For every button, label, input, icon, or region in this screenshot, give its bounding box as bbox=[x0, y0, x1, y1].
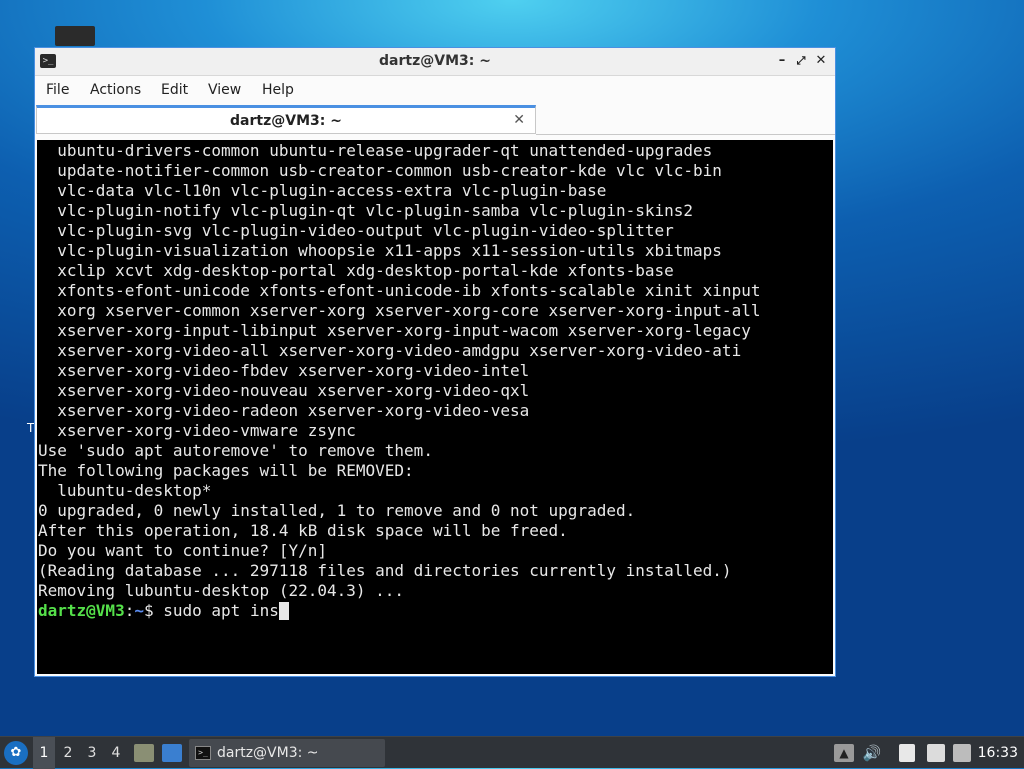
menu-file[interactable]: File bbox=[46, 82, 69, 98]
terminal-line: xserver-xorg-video-all xserver-xorg-vide… bbox=[38, 341, 742, 360]
terminal-line: xserver-xorg-video-radeon xserver-xorg-v… bbox=[38, 401, 530, 420]
menu-edit[interactable]: Edit bbox=[161, 82, 188, 98]
task-terminal-button[interactable]: >_ dartz@VM3: ~ bbox=[189, 739, 385, 767]
menu-actions[interactable]: Actions bbox=[90, 82, 141, 98]
workspace-1[interactable]: 1 bbox=[33, 737, 55, 769]
window-title: dartz@VM3: ~ bbox=[379, 53, 491, 69]
clock[interactable]: 16:33 bbox=[978, 737, 1018, 769]
notification-icon[interactable]: ▲ bbox=[834, 744, 854, 762]
minimize-button[interactable]: – bbox=[773, 52, 791, 70]
terminal-line: xserver-xorg-video-nouveau xserver-xorg-… bbox=[38, 381, 530, 400]
terminal-line: xorg xserver-common xserver-xorg xserver… bbox=[38, 301, 761, 320]
window-titlebar[interactable]: >_ dartz@VM3: ~ – ⤢ ✕ bbox=[35, 48, 835, 76]
terminal-line: lubuntu-desktop* bbox=[38, 481, 212, 500]
task-terminal-icon: >_ bbox=[195, 746, 211, 760]
terminal-line: xfonts-efont-unicode xfonts-efont-unicod… bbox=[38, 281, 761, 300]
command-input[interactable]: sudo apt ins bbox=[163, 601, 279, 620]
task-label: dartz@VM3: ~ bbox=[217, 745, 319, 761]
terminal-line: update-notifier-common usb-creator-commo… bbox=[38, 161, 722, 180]
tab-close-icon[interactable]: ✕ bbox=[513, 112, 525, 128]
terminal-line: Removing lubuntu-desktop (22.04.3) ... bbox=[38, 581, 405, 600]
network-icon[interactable] bbox=[953, 744, 971, 762]
workspace-4[interactable]: 4 bbox=[105, 737, 127, 769]
terminal-line: vlc-plugin-svg vlc-plugin-video-output v… bbox=[38, 221, 674, 240]
terminal-line: vlc-data vlc-l10n vlc-plugin-access-extr… bbox=[38, 181, 607, 200]
terminal-line: (Reading database ... 297118 files and d… bbox=[38, 561, 732, 580]
terminal-output[interactable]: ubuntu-drivers-common ubuntu-release-upg… bbox=[37, 140, 833, 674]
terminal-window[interactable]: >_ dartz@VM3: ~ – ⤢ ✕ File Actions Edit … bbox=[34, 47, 836, 677]
workspace-2[interactable]: 2 bbox=[57, 737, 79, 769]
tab-label: dartz@VM3: ~ bbox=[230, 113, 342, 129]
terminal-line: vlc-plugin-notify vlc-plugin-qt vlc-plug… bbox=[38, 201, 694, 220]
text-cursor bbox=[278, 602, 289, 620]
tab-terminal[interactable]: dartz@VM3: ~ ✕ bbox=[36, 105, 536, 134]
menu-view[interactable]: View bbox=[208, 82, 241, 98]
desktop-panel-stub bbox=[55, 26, 95, 46]
menu-help[interactable]: Help bbox=[262, 82, 294, 98]
terminal-line: After this operation, 18.4 kB disk space… bbox=[38, 521, 568, 540]
show-desktop-icon[interactable] bbox=[162, 744, 182, 762]
terminal-line: ubuntu-drivers-common ubuntu-release-upg… bbox=[38, 141, 713, 160]
terminal-line: xserver-xorg-input-libinput xserver-xorg… bbox=[38, 321, 751, 340]
terminal-line: xserver-xorg-video-fbdev xserver-xorg-vi… bbox=[38, 361, 530, 380]
terminal-line: xclip xcvt xdg-desktop-portal xdg-deskto… bbox=[38, 261, 674, 280]
terminal-line: vlc-plugin-visualization whoopsie x11-ap… bbox=[38, 241, 722, 260]
volume-icon[interactable]: 🔊 bbox=[862, 744, 882, 762]
tab-strip-divider bbox=[536, 134, 835, 135]
prompt-path: ~ bbox=[134, 601, 144, 620]
prompt-line[interactable]: dartz@VM3:~$ sudo apt ins bbox=[38, 601, 289, 621]
terminal-line: xserver-xorg-video-vmware zsync bbox=[38, 421, 356, 440]
prompt-user: dartz@VM3 bbox=[38, 601, 125, 620]
workspace-3[interactable]: 3 bbox=[81, 737, 103, 769]
terminal-line: Do you want to continue? [Y/n] bbox=[38, 541, 327, 560]
clipboard-icon[interactable] bbox=[899, 744, 915, 762]
taskbar: ✿ 1 2 3 4 >_ dartz@VM3: ~ ▲ 🔊 16:33 bbox=[0, 736, 1024, 769]
close-button[interactable]: ✕ bbox=[812, 52, 830, 70]
terminal-line: 0 upgraded, 0 newly installed, 1 to remo… bbox=[38, 501, 636, 520]
terminal-line: Use 'sudo apt autoremove' to remove them… bbox=[38, 441, 433, 460]
prompt-symbol: $ bbox=[143, 601, 164, 620]
display-icon[interactable] bbox=[927, 744, 945, 762]
terminal-line: The following packages will be REMOVED: bbox=[38, 461, 414, 480]
file-manager-icon[interactable] bbox=[134, 744, 154, 762]
app-launcher-icon[interactable]: ✿ bbox=[4, 741, 28, 765]
prompt-separator: : bbox=[124, 601, 135, 620]
menu-bar: File Actions Edit View Help bbox=[35, 76, 835, 104]
maximize-button[interactable]: ⤢ bbox=[792, 52, 810, 70]
